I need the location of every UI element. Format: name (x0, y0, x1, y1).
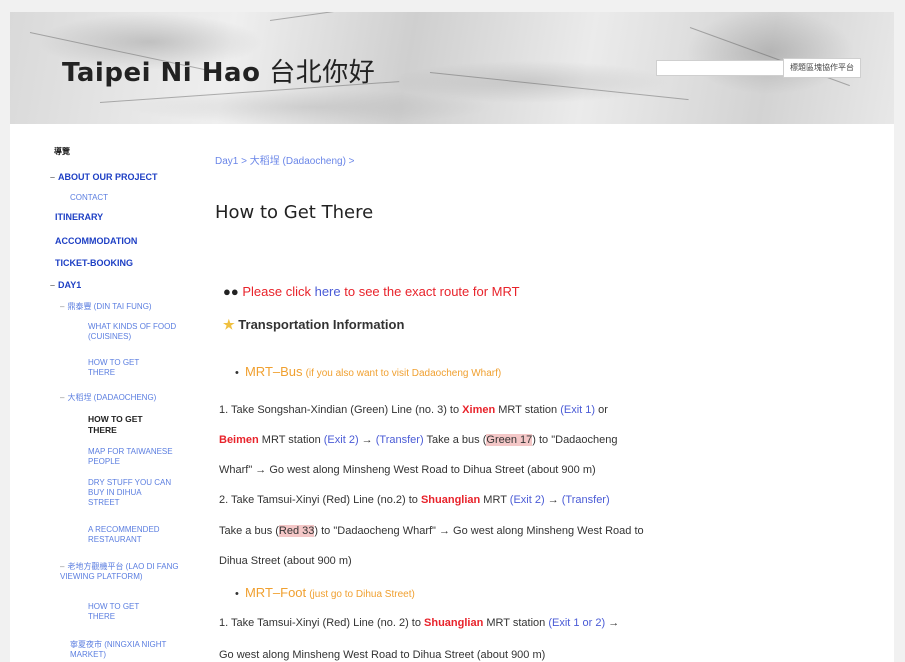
sidebar-item-dadaocheng[interactable]: – 大稻埕 (DADAOCHENG) (60, 393, 200, 403)
sidebar-item-contact[interactable]: CONTACT (70, 193, 108, 203)
here-link[interactable]: here (315, 284, 341, 299)
breadcrumb[interactable]: Day1 > 大稻埕 (Dadaocheng) > (215, 152, 355, 167)
page-title: How to Get There (215, 202, 374, 223)
header-banner: Taipei Ni Hao 台北你好 標題區塊協作平台 (10, 12, 894, 124)
sidebar-item-how-to-get-there-2[interactable]: HOW TO GET THERE (88, 602, 158, 622)
sidebar-item-dry-stuff[interactable]: DRY STUFF YOU CAN BUY IN DIHUA STREET (88, 478, 174, 508)
sidebar-item-ningxia[interactable]: 寧夏夜市 (NINGXIA NIGHT MARKET) (70, 640, 170, 660)
management-button[interactable]: 標題區塊協作平台 (783, 58, 861, 78)
collapse-icon[interactable]: – (60, 562, 64, 571)
route-line-4: 2. Take Tamsui-Xinyi (Red) Line (no.2) t… (219, 494, 610, 506)
sidebar-item-din-tai-fung[interactable]: – 鼎泰豐 (DIN TAI FUNG) (60, 302, 190, 312)
route-line-1: 1. Take Songshan-Xindian (Green) Line (n… (219, 404, 608, 416)
sidebar-item-ticket-booking[interactable]: TICKET-BOOKING (55, 258, 133, 269)
sidebar-item-restaurant[interactable]: A RECOMMENDED RESTAURANT (88, 525, 188, 545)
route-line-6: Dihua Street (about 900 m) (219, 555, 352, 567)
mrt-route-line: ●● Please click here to see the exact ro… (223, 284, 520, 299)
sidebar-item-how-to-get-there-current[interactable]: HOW TO GET THERE (88, 414, 158, 436)
sidebar-item-how-to-get-there-1[interactable]: HOW TO GET THERE (88, 358, 158, 378)
collapse-icon[interactable]: – (50, 280, 55, 290)
sidebar-item-about[interactable]: – ABOUT OUR PROJECT (50, 172, 158, 183)
route-line-2: Beimen MRT station (Exit 2) → (Transfer)… (219, 434, 618, 446)
sidebar-item-cuisines[interactable]: WHAT KINDS OF FOOD (CUISINES) (88, 322, 178, 342)
route-line-3: Wharf" → Go west along Minsheng West Roa… (219, 464, 596, 476)
sidebar-item-lao-di-fang[interactable]: – 老地方觀機平台 (LAO DI FANG VIEWING PLATFORM) (60, 562, 190, 582)
sidebar-item-map[interactable]: MAP FOR TAIWANESE PEOPLE (88, 447, 188, 467)
collapse-icon[interactable]: – (60, 302, 64, 311)
page: Taipei Ni Hao 台北你好 標題區塊協作平台 導覽 – ABOUT OU… (10, 12, 894, 662)
collapse-icon[interactable]: – (50, 172, 55, 182)
mrt-bus-heading: • MRT–Bus (if you also want to visit Dad… (235, 364, 502, 379)
star-icon: ★ (223, 317, 235, 332)
mrt-foot-heading: • MRT–Foot (just go to Dihua Street) (235, 585, 415, 600)
route-line-7: 1. Take Tamsui-Xinyi (Red) Line (no. 2) … (219, 617, 620, 629)
eyes-icon: ●● (223, 284, 239, 299)
transport-heading: ★ Transportation Information (223, 317, 405, 332)
collapse-icon[interactable]: – (60, 393, 64, 402)
sidebar-item-day1[interactable]: – DAY1 (50, 280, 81, 291)
search-input[interactable] (656, 60, 786, 76)
site-title[interactable]: Taipei Ni Hao 台北你好 (62, 52, 375, 89)
route-line-8: Go west along Minsheng West Road to Dihu… (219, 649, 546, 661)
route-line-5: Take a bus (Red 33) to "Dadaocheng Wharf… (219, 525, 644, 537)
sidebar-item-itinerary[interactable]: ITINERARY (55, 212, 103, 223)
sidebar-item-nav: 導覽 (54, 147, 70, 156)
sidebar-item-accommodation[interactable]: ACCOMMODATION (55, 236, 137, 247)
